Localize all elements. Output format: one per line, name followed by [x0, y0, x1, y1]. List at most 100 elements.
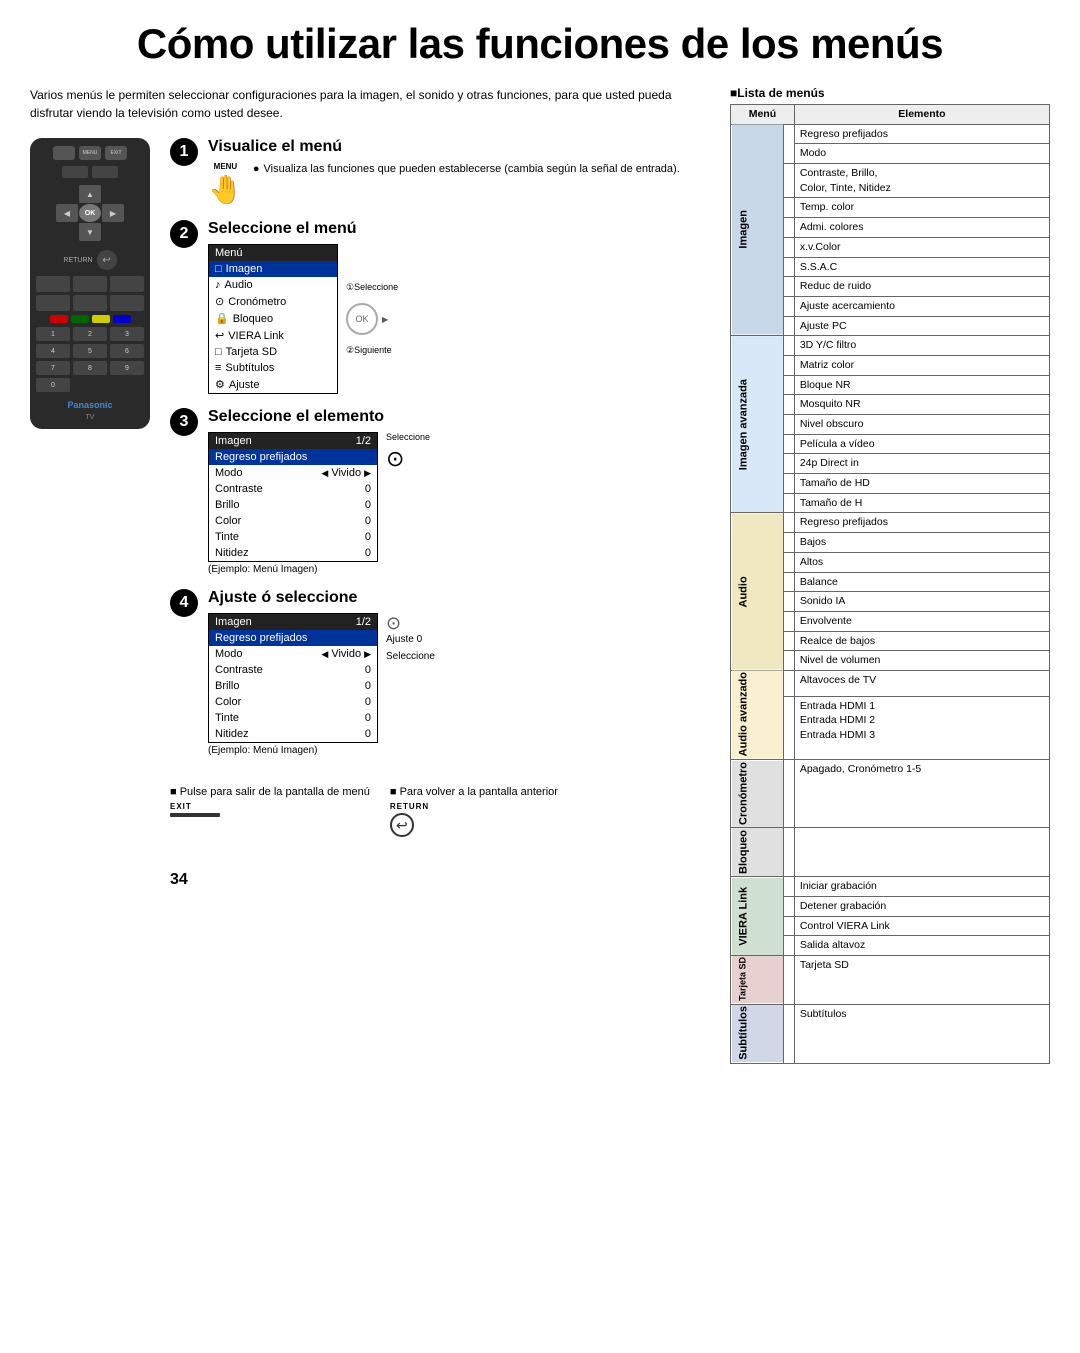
- step3-indicator: Seleccione: [386, 432, 430, 442]
- remote-num-9[interactable]: 9: [110, 361, 144, 375]
- remote-num-3[interactable]: 3: [110, 327, 144, 341]
- menu-step3-item-regreso[interactable]: Regreso prefijados: [209, 449, 377, 465]
- remote-return-btn[interactable]: ↩: [97, 250, 117, 270]
- menu-step4-item-color[interactable]: Color0: [209, 694, 377, 710]
- step-2-content: Seleccione el menú Menú □Imagen: [208, 220, 712, 394]
- menu-step3-item-brillo[interactable]: Brillo0: [209, 497, 377, 513]
- dpad-up[interactable]: ▲: [79, 185, 101, 203]
- remote-btn-exit[interactable]: EXIT: [105, 146, 127, 160]
- step-3-number: 3: [170, 408, 198, 436]
- remote-btn-yellow[interactable]: [92, 315, 110, 323]
- cat-a-sub3: [783, 552, 794, 572]
- cat-a-sub7: [783, 631, 794, 651]
- table-row-cronometro: Cronómetro Apagado, Cronómetro 1-5: [731, 760, 1050, 828]
- cat-cell-empty2: [783, 218, 794, 238]
- remote-mid-btn-1[interactable]: [36, 276, 70, 292]
- dpad-right[interactable]: ▶: [102, 204, 124, 222]
- menu-step2-item-ajuste[interactable]: ⚙Ajuste: [209, 376, 337, 393]
- steps-content: 1 Visualice el menú MENU 🤚 ● Visu: [170, 138, 712, 889]
- item-pelicula: Película a vídeo: [794, 434, 1049, 454]
- cat-aa-sub2: [783, 696, 794, 760]
- remote-mid-btn-5[interactable]: [73, 295, 107, 311]
- right-column: ■Lista de menús Menú Elemento Imagen Reg…: [730, 86, 1050, 1064]
- menu-step4-item-brillo[interactable]: Brillo0: [209, 678, 377, 694]
- remote-num-2[interactable]: 2: [73, 327, 107, 341]
- list-title: ■Lista de menús: [730, 86, 1050, 100]
- remote-mid-btn-4[interactable]: [36, 295, 70, 311]
- cat-imagen-sub2: [783, 164, 794, 198]
- item-tamaño-h: Tamaño de H: [794, 493, 1049, 513]
- step-4-number: 4: [170, 589, 198, 617]
- step-4: 4 Ajuste ó seleccione Imagen1/2 Regreso …: [170, 589, 712, 756]
- item-bloque-nr: Bloque NR: [794, 375, 1049, 395]
- dpad-ok[interactable]: OK: [79, 204, 101, 222]
- step-3: 3 Seleccione el elemento Imagen1/2 Regre…: [170, 408, 712, 575]
- cat-vl-sub1: [783, 877, 794, 897]
- step3-example: (Ejemplo: Menú Imagen): [208, 564, 378, 575]
- step-4-content: Ajuste ó seleccione Imagen1/2 Regreso pr…: [208, 589, 712, 756]
- cat-a-sub6: [783, 611, 794, 631]
- remote-mid-btn-6[interactable]: [110, 295, 144, 311]
- remote-mid-btn-2[interactable]: [73, 276, 107, 292]
- cat-viera: VIERA Link: [731, 877, 784, 956]
- remote-num-4[interactable]: 4: [36, 344, 70, 358]
- item-altavoces: Altavoces de TV: [794, 670, 1049, 696]
- item-sonido-ia: Sonido IA: [794, 592, 1049, 612]
- cat-ia-sub1: [783, 336, 794, 356]
- item-realce: Realce de bajos: [794, 631, 1049, 651]
- remote-num-0[interactable]: 0: [36, 378, 70, 392]
- cat-a-sub1: [783, 513, 794, 533]
- item-admi-colores: Admi. colores: [794, 218, 1049, 238]
- exit-bar: [170, 813, 220, 817]
- remote-btn-blue[interactable]: [113, 315, 131, 323]
- menu-step4-item-regreso[interactable]: Regreso prefijados: [209, 630, 377, 646]
- remote-num-7[interactable]: 7: [36, 361, 70, 375]
- cat-tsd-sub: [783, 955, 794, 1004]
- menu-step2-item-bloqueo[interactable]: 🔒Bloqueo: [209, 310, 337, 327]
- menu-step4-item-tinte[interactable]: Tinte0: [209, 710, 377, 726]
- remote-btn-rect-1[interactable]: [62, 166, 88, 178]
- item-ajuste-acercamiento: Ajuste acercamiento: [794, 296, 1049, 316]
- remote-mid-btn-3[interactable]: [110, 276, 144, 292]
- cat-bloq-sub: [783, 828, 794, 877]
- remote-btn-red[interactable]: [50, 315, 68, 323]
- dpad-down[interactable]: ▼: [79, 223, 101, 241]
- remote-num-6[interactable]: 6: [110, 344, 144, 358]
- menu-step4-item-nitidez[interactable]: Nitidez0: [209, 726, 377, 742]
- menu-step2-header: Menú: [209, 245, 337, 261]
- menu-step2-item-cronometro[interactable]: ⊙Cronómetro: [209, 293, 337, 310]
- intro-text: Varios menús le permiten seleccionar con…: [30, 86, 712, 122]
- step-1-title: Visualice el menú: [208, 138, 712, 156]
- menu-step3-item-modo[interactable]: Modo ◀Vivido▶: [209, 465, 377, 481]
- menu-step4-item-contraste[interactable]: Contraste0: [209, 662, 377, 678]
- remote-num-8[interactable]: 8: [73, 361, 107, 375]
- menu-step2-item-viera[interactable]: ↩VIERA Link: [209, 327, 337, 344]
- step-3-title: Seleccione el elemento: [208, 408, 712, 426]
- menu-step2-item-subtitulos[interactable]: ≡Subtítulos: [209, 360, 337, 376]
- menu-step2-item-imagen[interactable]: □Imagen: [209, 261, 337, 277]
- menu-step3-ui: Imagen1/2 Regreso prefijados Modo ◀Vivid…: [208, 432, 378, 562]
- item-24p: 24p Direct in: [794, 454, 1049, 474]
- steps-area: MENU EXIT ▲ ◀ OK ▶ ▼ RET: [30, 138, 712, 889]
- step-2-layout: Menú □Imagen ♪Audio ⊙Cronómetro: [208, 244, 712, 394]
- cat-ia-sub9: [783, 493, 794, 513]
- menu-step2-item-audio[interactable]: ♪Audio: [209, 277, 337, 293]
- table-row-imagen: Imagen Regreso prefijados: [731, 124, 1050, 144]
- menu-step3-item-tinte[interactable]: Tinte0: [209, 529, 377, 545]
- remote-btn-menu[interactable]: MENU: [79, 146, 101, 160]
- menu-step3-item-nitidez[interactable]: Nitidez0: [209, 545, 377, 561]
- dpad-left[interactable]: ◀: [56, 204, 78, 222]
- remote-btn-green[interactable]: [71, 315, 89, 323]
- remote-num-1[interactable]: 1: [36, 327, 70, 341]
- menu-step2-item-tarjeta[interactable]: □Tarjeta SD: [209, 344, 337, 360]
- menu-step3-item-color[interactable]: Color0: [209, 513, 377, 529]
- step-1: 1 Visualice el menú MENU 🤚 ● Visu: [170, 138, 712, 206]
- step-1-content: Visualice el menú MENU 🤚 ● Visualiza las…: [208, 138, 712, 206]
- menu-step4-item-modo[interactable]: Modo ◀Vivido▶: [209, 646, 377, 662]
- remote-btn-rect-2[interactable]: [92, 166, 118, 178]
- menu-step3-item-contraste[interactable]: Contraste0: [209, 481, 377, 497]
- step-1-number: 1: [170, 138, 198, 166]
- step-4-layout: Imagen1/2 Regreso prefijados Modo ◀Vivid…: [208, 613, 712, 756]
- remote-num-5[interactable]: 5: [73, 344, 107, 358]
- step-2-number: 2: [170, 220, 198, 248]
